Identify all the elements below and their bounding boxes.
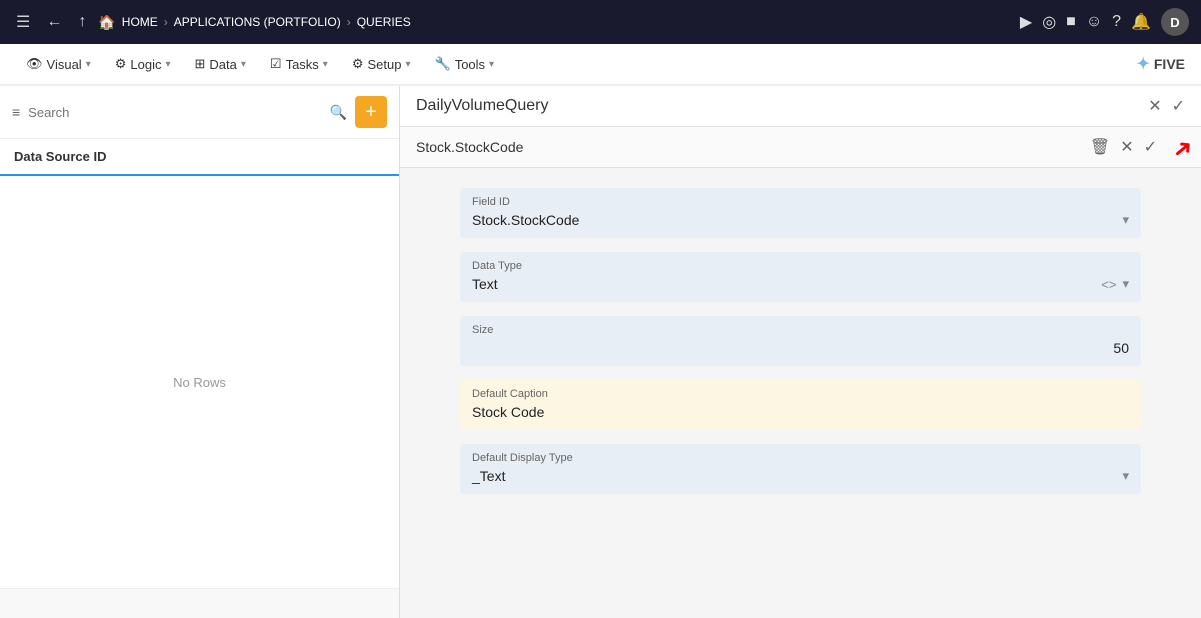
sub-panel-actions: 🗑 ✕ ✓ xyxy=(1090,137,1185,157)
logic-icon: ⚙ xyxy=(115,56,127,72)
default-display-type-label: Default Display Type xyxy=(472,452,1129,464)
sub-panel-delete-icon[interactable]: 🗑 xyxy=(1090,137,1110,157)
top-navbar: ☰ ← ↑ 🏠 HOME › APPLICATIONS (PORTFOLIO) … xyxy=(0,0,1201,44)
setup-caret: ▾ xyxy=(405,59,410,70)
field-id-row: Stock.StockCode ▾ xyxy=(472,212,1129,228)
user-avatar[interactable]: D xyxy=(1161,8,1189,36)
data-type-group: Data Type Text <> ▾ xyxy=(460,252,1141,302)
tools-caret: ▾ xyxy=(489,59,494,70)
default-caption-group: Default Caption Stock Code xyxy=(460,380,1141,430)
stop-icon[interactable]: ■ xyxy=(1066,13,1076,31)
nav-item-tasks[interactable]: ☑ Tasks ▾ xyxy=(260,50,338,78)
data-type-label: Data Type xyxy=(472,260,1129,272)
breadcrumb-sep2: › xyxy=(347,15,351,29)
add-button[interactable]: + xyxy=(355,96,387,128)
default-display-type-group: Default Display Type _Text ▾ xyxy=(460,444,1141,494)
sub-panel-check-icon[interactable]: ✓ xyxy=(1144,137,1157,157)
nav-item-visual[interactable]: 👁 Visual ▾ xyxy=(16,50,101,78)
search-bar: ≡ 🔍 + xyxy=(0,86,399,139)
sub-panel-close-icon[interactable]: ✕ xyxy=(1120,137,1133,157)
robot-icon[interactable]: ☺ xyxy=(1086,13,1102,31)
size-label: Size xyxy=(472,324,1129,336)
search-icon[interactable]: 🔍 xyxy=(330,104,347,121)
panel-check-icon[interactable]: ✓ xyxy=(1172,96,1185,116)
data-label: Data xyxy=(209,57,236,72)
size-value: 50 xyxy=(1113,340,1129,356)
home-icon: 🏠 xyxy=(98,14,115,31)
sidebar-footer xyxy=(0,588,399,618)
tools-label: Tools xyxy=(455,57,485,72)
sub-panel-header: Stock.StockCode 🗑 ✕ ✓ ➜ xyxy=(400,127,1201,168)
field-id-group: Field ID Stock.StockCode ▾ xyxy=(460,188,1141,238)
visual-caret: ▾ xyxy=(86,59,91,70)
default-caption-label: Default Caption xyxy=(472,388,1129,400)
field-id-label: Field ID xyxy=(472,196,1129,208)
size-group: Size 50 xyxy=(460,316,1141,366)
content-panel: DailyVolumeQuery ✕ ✓ Stock.StockCode 🗑 ✕… xyxy=(400,86,1201,618)
setup-label: Setup xyxy=(367,57,401,72)
tasks-icon: ☑ xyxy=(270,56,282,72)
default-display-type-value: _Text xyxy=(472,468,505,484)
default-display-type-dropdown-icon[interactable]: ▾ xyxy=(1122,468,1129,484)
nav-item-logic[interactable]: ⚙ Logic ▾ xyxy=(105,50,181,78)
panel-header: DailyVolumeQuery ✕ ✓ xyxy=(400,86,1201,127)
size-row: 50 xyxy=(472,340,1129,356)
nav-item-tools[interactable]: 🔧 Tools ▾ xyxy=(425,50,505,78)
panel-title: DailyVolumeQuery xyxy=(416,97,549,115)
tasks-caret: ▾ xyxy=(323,59,328,70)
data-type-code-icon[interactable]: <> xyxy=(1101,277,1116,292)
form-area: Field ID Stock.StockCode ▾ Data Type Tex… xyxy=(400,168,1201,618)
breadcrumb-queries[interactable]: QUERIES xyxy=(357,15,411,29)
breadcrumb-applications[interactable]: APPLICATIONS (PORTFOLIO) xyxy=(174,15,341,29)
breadcrumb: 🏠 HOME › APPLICATIONS (PORTFOLIO) › QUER… xyxy=(98,14,1012,31)
secondary-navbar: 👁 Visual ▾ ⚙ Logic ▾ ⊞ Data ▾ ☑ Tasks ▾ … xyxy=(0,44,1201,86)
filter-icon[interactable]: ≡ xyxy=(12,104,20,120)
nav-item-data[interactable]: ⊞ Data ▾ xyxy=(185,50,256,78)
data-caret: ▾ xyxy=(241,59,246,70)
column-header: Data Source ID xyxy=(0,139,399,176)
search-input[interactable] xyxy=(28,105,321,120)
help-icon[interactable]: ? xyxy=(1112,13,1121,31)
five-logo-icon: ✦ xyxy=(1136,54,1149,74)
data-type-dropdown-icon[interactable]: ▾ xyxy=(1122,276,1129,292)
forward-icon[interactable]: ↑ xyxy=(74,9,90,35)
data-type-icons: <> ▾ xyxy=(1101,276,1129,292)
visual-label: Visual xyxy=(47,57,82,72)
five-logo: ✦ FIVE xyxy=(1136,54,1185,74)
top-nav-actions: ▶ ◎ ■ ☺ ? 🔔 D xyxy=(1020,8,1189,36)
tools-icon: 🔧 xyxy=(435,56,451,72)
visual-icon: 👁 xyxy=(26,56,43,72)
default-display-type-row: _Text ▾ xyxy=(472,468,1129,484)
nav-item-setup[interactable]: ⚙ Setup ▾ xyxy=(342,50,421,78)
breadcrumb-sep1: › xyxy=(164,15,168,29)
play-icon[interactable]: ▶ xyxy=(1020,12,1032,32)
default-caption-value: Stock Code xyxy=(472,404,544,420)
sub-panel-title: Stock.StockCode xyxy=(416,139,523,155)
back-icon[interactable]: ← xyxy=(42,9,66,35)
panel-header-actions: ✕ ✓ xyxy=(1148,96,1185,116)
setup-icon: ⚙ xyxy=(352,56,364,72)
panel-close-icon[interactable]: ✕ xyxy=(1148,96,1161,116)
field-id-dropdown-icon[interactable]: ▾ xyxy=(1122,212,1129,228)
search-icon[interactable]: ◎ xyxy=(1042,12,1056,32)
breadcrumb-home[interactable]: HOME xyxy=(122,15,158,29)
field-id-value: Stock.StockCode xyxy=(472,212,579,228)
tasks-label: Tasks xyxy=(286,57,319,72)
data-icon: ⊞ xyxy=(195,56,206,72)
logic-label: Logic xyxy=(130,57,161,72)
sidebar: ≡ 🔍 + Data Source ID No Rows xyxy=(0,86,400,618)
menu-icon[interactable]: ☰ xyxy=(12,8,34,36)
main-layout: ≡ 🔍 + Data Source ID No Rows DailyVolume… xyxy=(0,86,1201,618)
no-rows-message: No Rows xyxy=(0,176,399,588)
bell-icon[interactable]: 🔔 xyxy=(1131,12,1151,32)
default-caption-row: Stock Code xyxy=(472,404,1129,420)
logic-caret: ▾ xyxy=(165,59,170,70)
data-type-value: Text xyxy=(472,276,498,292)
data-type-row: Text <> ▾ xyxy=(472,276,1129,292)
five-logo-text: FIVE xyxy=(1154,56,1185,72)
